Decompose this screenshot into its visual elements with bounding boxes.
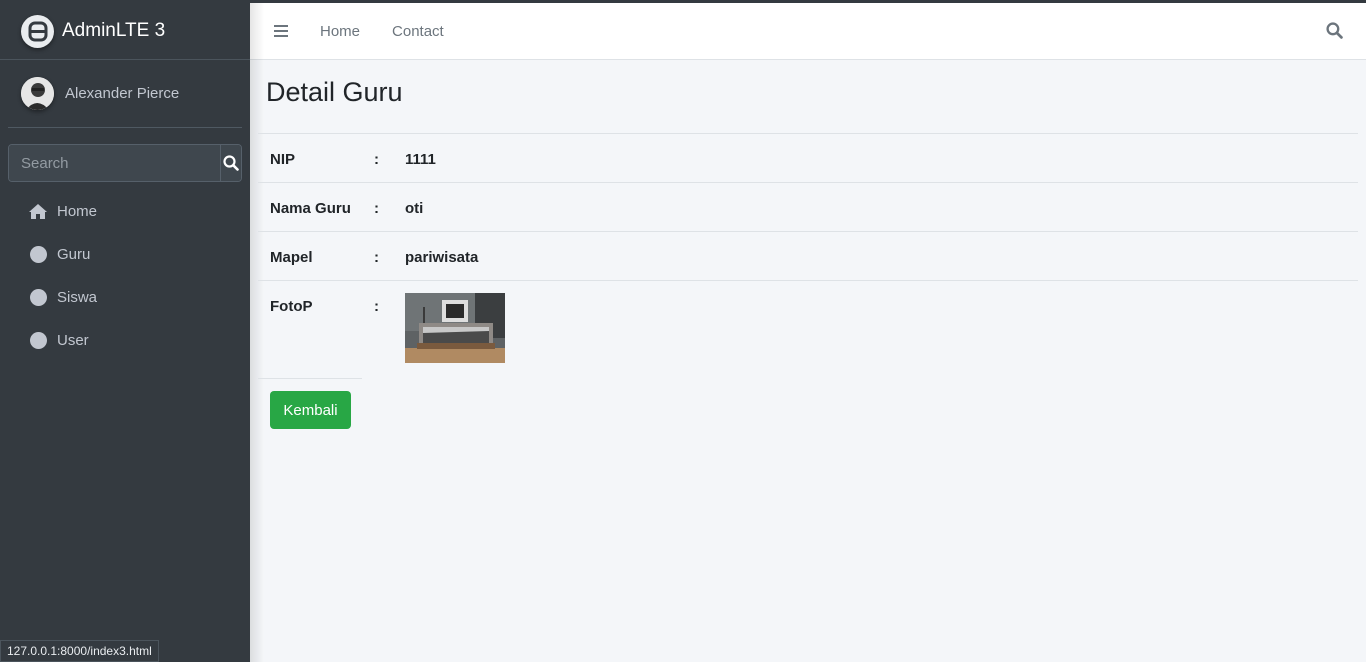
sidebar-search-button[interactable] [220,145,241,181]
circle-icon [28,245,48,265]
sidebar-item-label: User [57,332,89,349]
user-name[interactable]: Alexander Pierce [65,85,179,102]
back-button[interactable]: Kembali [270,391,351,429]
row-value: oti [405,200,424,217]
sidebar-item-user[interactable]: User [0,319,250,362]
search-icon [223,155,239,171]
sidebar-item-label: Home [57,203,98,220]
sidebar-item-label: Guru [57,246,91,263]
table-bottom-divider [258,378,362,379]
detail-table: NIP : 1111 Nama Guru : oti Mapel : pariw… [258,133,1358,374]
sidebar-item-home[interactable]: Home [0,190,250,233]
search-icon[interactable] [1326,22,1343,44]
row-label: Nama Guru [270,200,351,217]
user-panel[interactable]: Alexander Pierce [8,60,242,128]
table-row: NIP : 1111 [258,133,1358,182]
page-title: Detail Guru [266,77,403,107]
adminlte-logo-icon [21,14,54,48]
row-value: pariwisata [405,249,479,266]
row-colon: : [374,298,379,315]
sidebar-search-input[interactable] [9,145,220,181]
circle-icon [28,288,48,308]
nav-link-home[interactable]: Home [320,23,360,40]
row-value: 1111 [405,151,436,168]
sidebar: AdminLTE 3 Alexander Pierce Search Home … [0,3,250,662]
status-bar-url: 127.0.0.1:8000/index3.html [0,640,159,662]
row-label: Mapel [270,249,313,266]
sidebar-item-siswa[interactable]: Siswa [0,276,250,319]
row-colon: : [374,151,379,168]
main-content: Detail Guru NIP : 1111 Nama Guru : oti M… [250,60,1366,662]
nav-link-contact[interactable]: Contact [392,23,444,40]
table-row: Mapel : pariwisata [258,231,1358,280]
brand-link[interactable]: AdminLTE 3 [0,3,250,60]
user-avatar [21,77,54,110]
sidebar-search [8,144,242,182]
home-icon [28,202,48,222]
table-row-photo: FotoP : [258,280,1358,374]
row-colon: : [374,200,379,217]
sidebar-item-label: Siswa [57,289,98,306]
row-label: NIP [270,151,296,168]
brand-title: AdminLTE 3 [62,20,166,41]
teacher-photo [405,293,505,363]
row-colon: : [374,249,379,266]
top-navbar: Home Contact [250,3,1366,60]
sidebar-nav: Home Guru Siswa User [0,190,250,362]
row-label: FotoP [270,298,313,315]
sidebar-item-guru[interactable]: Guru [0,233,250,276]
table-row: Nama Guru : oti [258,182,1358,231]
circle-icon [28,331,48,351]
hamburger-icon[interactable] [274,25,288,37]
